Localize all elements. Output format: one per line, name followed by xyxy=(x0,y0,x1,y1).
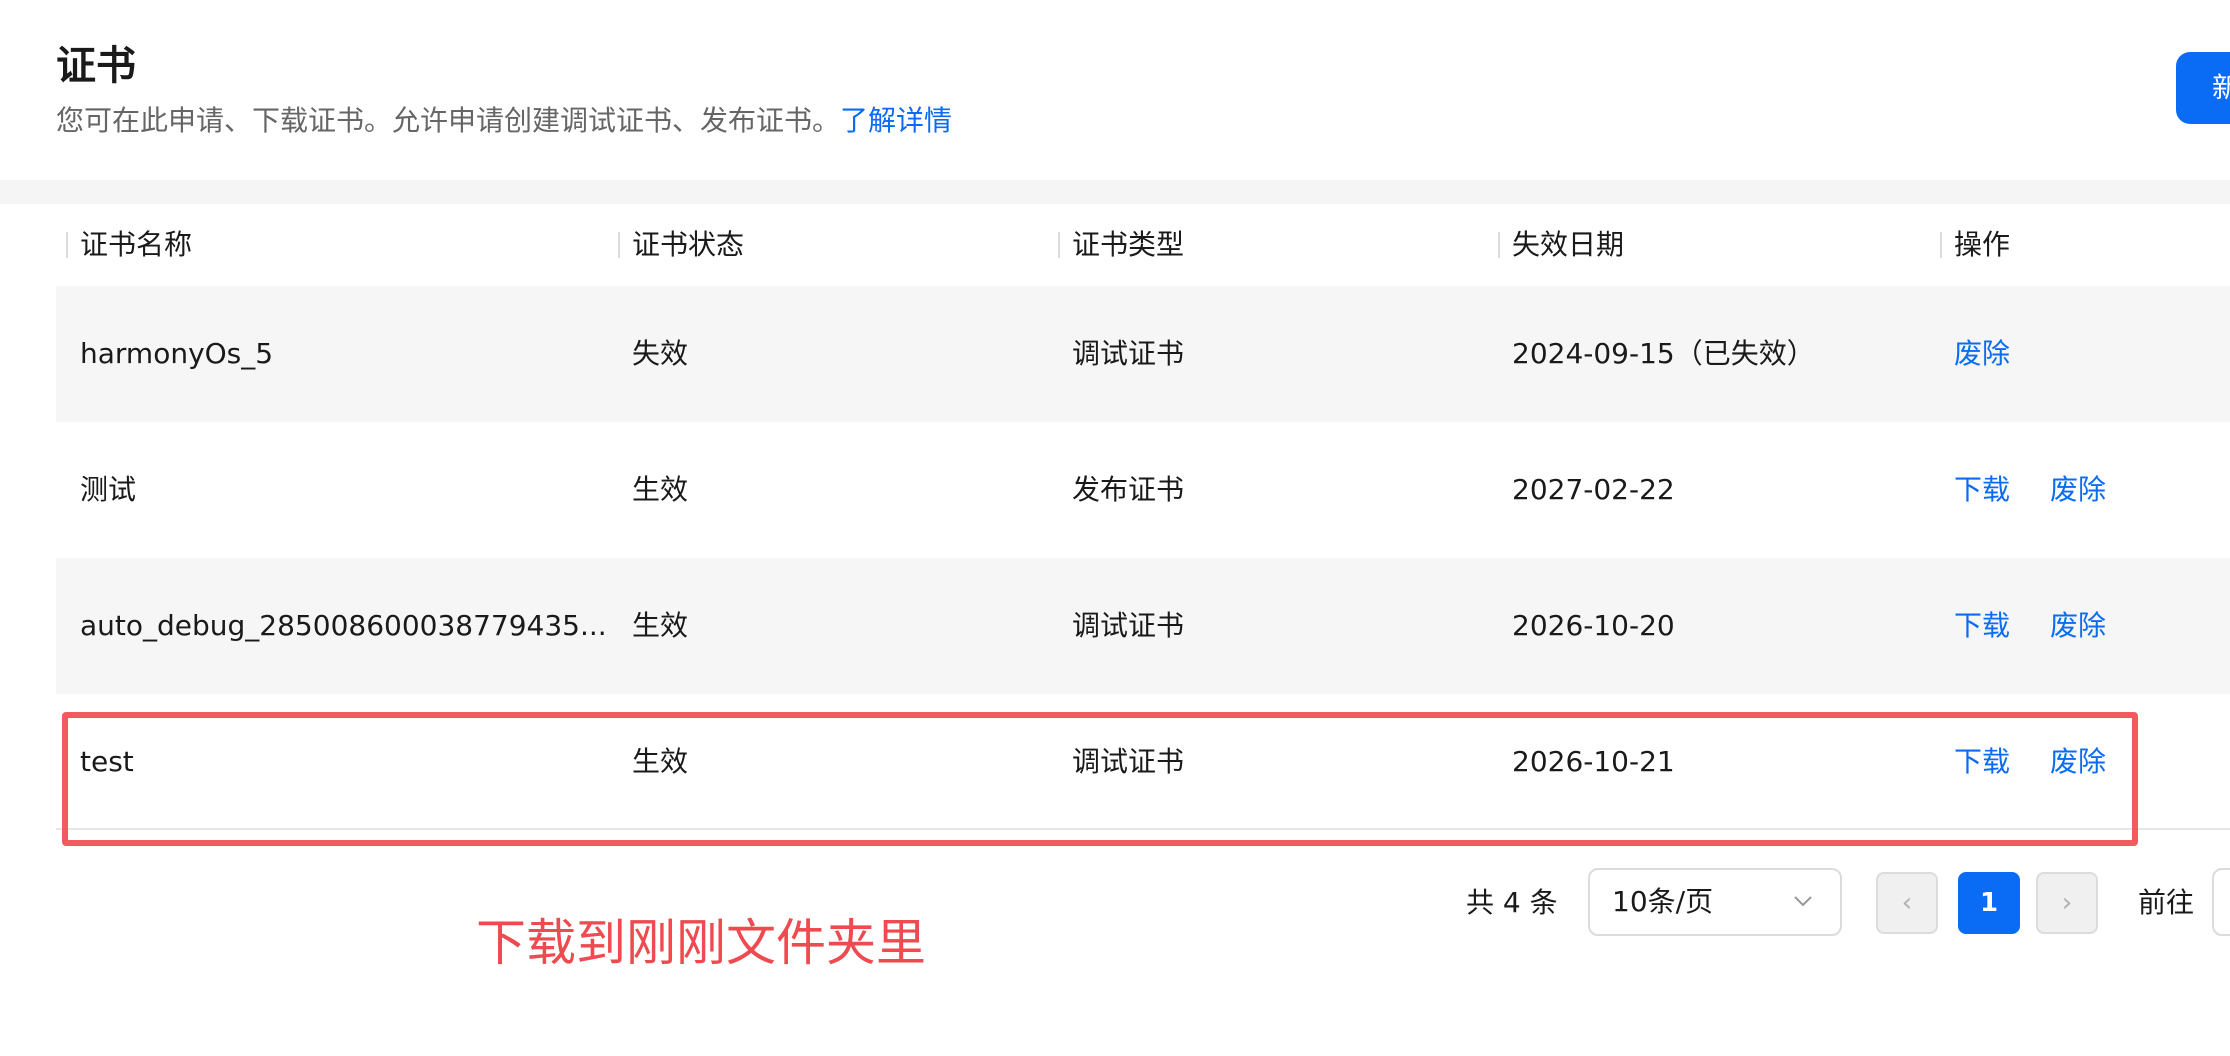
page-size-select[interactable]: 10条/页 xyxy=(1588,868,1842,936)
cert-expiry: 2024-09-15（已失效） xyxy=(1512,337,1815,370)
cert-name: test xyxy=(80,745,134,778)
column-separator xyxy=(1940,232,1942,258)
page-header: 证书 您可在此申请、下载证书。允许申请创建调试证书、发布证书。了解详情 新 xyxy=(0,0,2230,180)
download-link[interactable]: 下载 xyxy=(1954,694,2010,830)
page-title: 证书 xyxy=(56,43,136,89)
column-separator xyxy=(66,232,68,258)
goto-page-input[interactable] xyxy=(2212,868,2230,936)
column-header-actions: 操作 xyxy=(1940,204,2011,286)
row-actions: 下载 废除 xyxy=(1954,694,2230,830)
cert-name: auto_debug_285008600038779435... xyxy=(80,609,607,642)
column-header-label: 证书状态 xyxy=(632,228,745,261)
row-actions: 下载 废除 xyxy=(1954,558,2230,694)
pagination-total: 共 4 条 xyxy=(1466,886,1558,919)
revoke-link[interactable]: 废除 xyxy=(1954,286,2010,422)
table-row: harmonyOs_5 失效 调试证书 2024-09-15（已失效） 废除 xyxy=(56,286,2230,422)
column-header-label: 失效日期 xyxy=(1512,228,1625,261)
cert-status: 生效 xyxy=(632,745,689,778)
revoke-link[interactable]: 废除 xyxy=(2050,422,2106,558)
column-separator xyxy=(618,232,620,258)
cert-expiry: 2026-10-21 xyxy=(1512,745,1675,778)
row-actions: 下载 废除 xyxy=(1954,422,2230,558)
column-header-label: 操作 xyxy=(1954,228,2011,261)
prev-page-button[interactable]: ‹ xyxy=(1876,872,1938,934)
download-link[interactable]: 下载 xyxy=(1954,422,2010,558)
column-separator xyxy=(1498,232,1500,258)
chevron-down-icon xyxy=(1792,870,1814,960)
certificate-table: 证书名称 证书状态 证书类型 失效日期 操作 harmonyOs_5 失效 调试… xyxy=(56,204,2230,830)
cert-status: 失效 xyxy=(632,337,689,370)
column-header-label: 证书类型 xyxy=(1072,228,1185,261)
cert-expiry: 2026-10-20 xyxy=(1512,609,1675,642)
table-row: auto_debug_285008600038779435... 生效 调试证书… xyxy=(56,558,2230,694)
annotation-text: 下载到刚刚文件夹里 xyxy=(476,914,926,972)
cert-type: 调试证书 xyxy=(1072,745,1185,778)
page-description: 您可在此申请、下载证书。允许申请创建调试证书、发布证书。了解详情 xyxy=(56,101,952,141)
column-separator xyxy=(1058,232,1060,258)
cert-status: 生效 xyxy=(632,609,689,642)
column-header-name: 证书名称 xyxy=(66,204,193,286)
section-divider xyxy=(0,180,2230,204)
row-actions: 废除 xyxy=(1954,286,2230,422)
page-size-value: 10条/页 xyxy=(1612,885,1714,918)
description-text: 您可在此申请、下载证书。允许申请创建调试证书、发布证书。 xyxy=(56,104,841,137)
column-header-expiry: 失效日期 xyxy=(1498,204,1625,286)
column-header-status: 证书状态 xyxy=(618,204,745,286)
cert-type: 发布证书 xyxy=(1072,473,1185,506)
table-row: test 生效 调试证书 2026-10-21 下载 废除 xyxy=(56,694,2230,830)
column-header-type: 证书类型 xyxy=(1058,204,1185,286)
download-link[interactable]: 下载 xyxy=(1954,558,2010,694)
goto-page-label: 前往 xyxy=(2138,886,2195,919)
new-certificate-button[interactable]: 新 xyxy=(2176,52,2230,124)
revoke-link[interactable]: 废除 xyxy=(2050,694,2106,830)
cert-expiry: 2027-02-22 xyxy=(1512,473,1675,506)
cert-type: 调试证书 xyxy=(1072,609,1185,642)
table-header: 证书名称 证书状态 证书类型 失效日期 操作 xyxy=(56,204,2230,286)
revoke-link[interactable]: 废除 xyxy=(2050,558,2106,694)
table-row: 测试 生效 发布证书 2027-02-22 下载 废除 xyxy=(56,422,2230,558)
cert-name: 测试 xyxy=(80,473,137,506)
page-button-current[interactable]: 1 xyxy=(1958,872,2020,934)
cert-status: 生效 xyxy=(632,473,689,506)
chevron-down-icon-svg xyxy=(1794,896,1812,907)
next-page-button[interactable]: › xyxy=(2036,872,2098,934)
learn-more-link[interactable]: 了解详情 xyxy=(840,104,952,137)
cert-name: harmonyOs_5 xyxy=(80,337,274,370)
column-header-label: 证书名称 xyxy=(80,228,193,261)
cert-type: 调试证书 xyxy=(1072,337,1185,370)
